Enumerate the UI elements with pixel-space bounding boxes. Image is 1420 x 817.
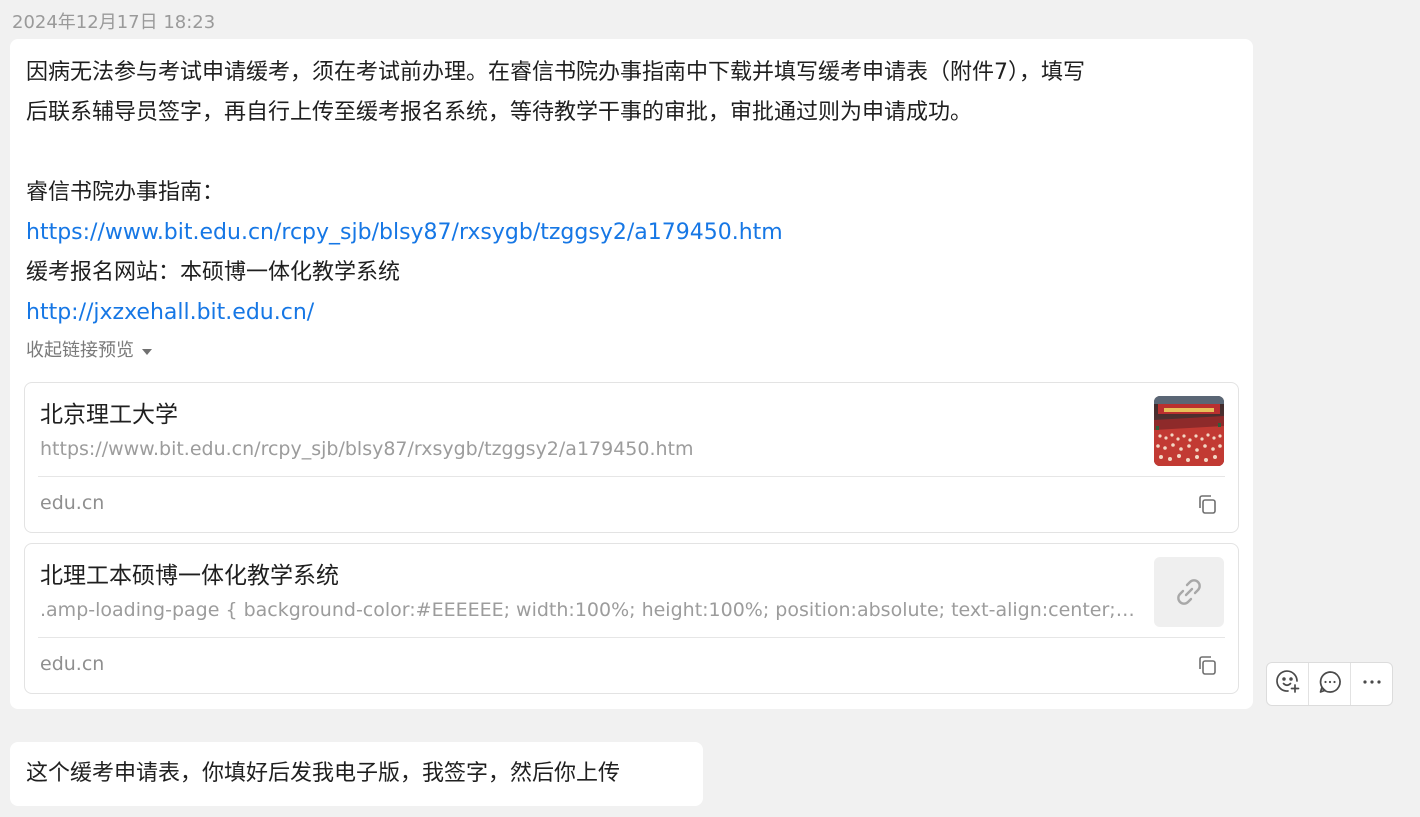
system-link[interactable]: http://jxzxehall.bit.edu.cn/ bbox=[26, 293, 1237, 333]
link-preview-card[interactable]: 北理工本硕博一体化教学系统 .amp-loading-page { backgr… bbox=[24, 543, 1239, 694]
guide-label: 睿信书院办事指南： bbox=[26, 180, 225, 205]
message-bubble[interactable]: 因病无法参与考试申请缓考，须在考试前办理。在睿信书院办事指南中下载并填写缓考申请… bbox=[10, 39, 1253, 709]
link-card-description: .amp-loading-page { background-color:#EE… bbox=[40, 599, 1140, 621]
system-label: 缓考报名网站：本硕博一体化教学系统 bbox=[26, 260, 401, 285]
link-card-description: https://www.bit.edu.cn/rcpy_sjb/blsy87/r… bbox=[40, 438, 694, 460]
emoji-add-icon bbox=[1275, 669, 1301, 699]
message-timestamp: 2024年12月17日 18:23 bbox=[12, 12, 216, 33]
guide-link[interactable]: https://www.bit.edu.cn/rcpy_sjb/blsy87/r… bbox=[26, 213, 1237, 253]
link-card-title: 北理工本硕博一体化教学系统 bbox=[40, 563, 339, 589]
more-button[interactable] bbox=[1351, 663, 1392, 705]
card-divider bbox=[38, 476, 1225, 477]
message-text-line: 因病无法参与考试申请缓考，须在考试前办理。在睿信书院办事指南中下载并填写缓考申请… bbox=[26, 60, 1086, 85]
collapse-preview-button[interactable]: 收起链接预览 bbox=[26, 337, 152, 365]
add-reaction-button[interactable] bbox=[1267, 663, 1309, 705]
copy-icon[interactable] bbox=[1196, 654, 1218, 676]
link-card-title: 北京理工大学 bbox=[40, 402, 178, 428]
message-action-bar bbox=[1266, 662, 1393, 706]
message-bubble[interactable]: 这个缓考申请表，你填好后发我电子版，我签字，然后你上传 bbox=[10, 742, 703, 806]
card-divider bbox=[38, 637, 1225, 638]
message-text-line: 这个缓考申请表，你填好后发我电子版，我签字，然后你上传 bbox=[26, 761, 621, 786]
link-card-source: edu.cn bbox=[40, 653, 105, 675]
more-icon bbox=[1360, 670, 1384, 698]
collapse-preview-label: 收起链接预览 bbox=[26, 340, 134, 361]
auditorium-thumbnail bbox=[1154, 396, 1224, 466]
link-icon bbox=[1154, 557, 1224, 627]
caret-down-icon bbox=[142, 349, 152, 355]
reply-button[interactable] bbox=[1309, 663, 1351, 705]
message-text-line: 后联系辅导员签字，再自行上传至缓考报名系统，等待教学干事的审批，审批通过则为申请… bbox=[26, 100, 973, 125]
link-preview-card[interactable]: 北京理工大学 https://www.bit.edu.cn/rcpy_sjb/b… bbox=[24, 382, 1239, 533]
copy-icon[interactable] bbox=[1196, 493, 1218, 515]
reply-icon bbox=[1317, 669, 1343, 699]
link-card-source: edu.cn bbox=[40, 492, 105, 514]
